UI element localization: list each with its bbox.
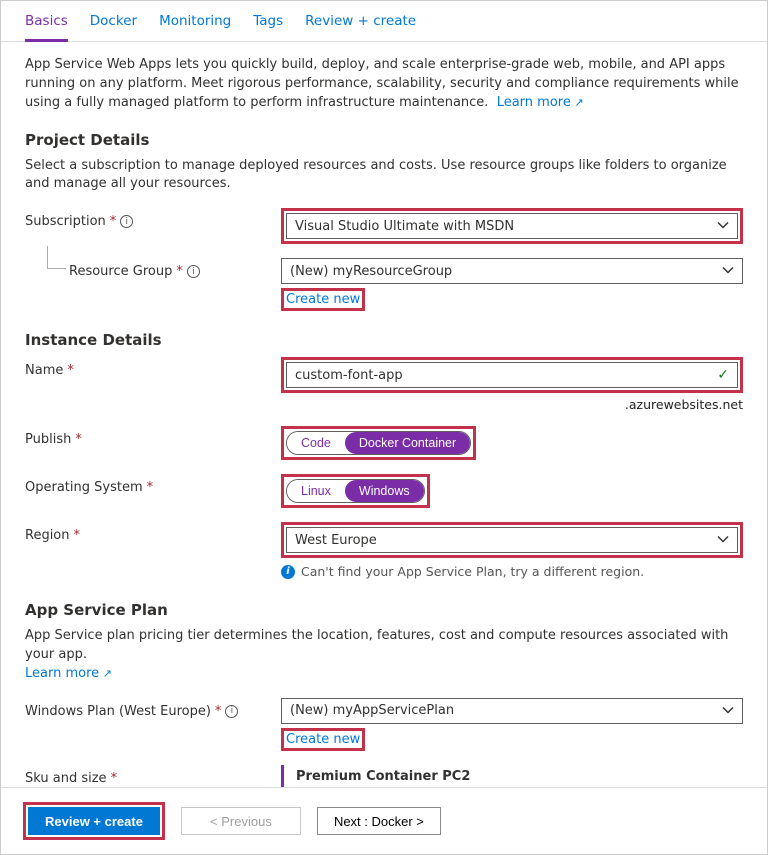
instance-details-heading: Instance Details (25, 331, 743, 349)
tab-docker[interactable]: Docker (90, 13, 137, 41)
previous-button: < Previous (181, 807, 301, 835)
check-icon: ✓ (717, 367, 729, 383)
name-label: Name * (25, 357, 281, 378)
subscription-label: Subscription * i (25, 208, 281, 229)
subscription-select[interactable]: Visual Studio Ultimate with MSDN (286, 213, 738, 239)
domain-suffix: .azurewebsites.net (281, 397, 743, 412)
region-hint: i Can't find your App Service Plan, try … (281, 564, 743, 579)
region-label: Region * (25, 522, 281, 543)
footer-bar: Review + create < Previous Next : Docker… (1, 787, 767, 854)
next-button[interactable]: Next : Docker > (317, 807, 441, 835)
publish-label: Publish * (25, 426, 281, 447)
app-service-plan-heading: App Service Plan (25, 601, 743, 619)
publish-toggle: Code Docker Container (286, 431, 471, 455)
resource-group-select[interactable]: (New) myResourceGroup (281, 258, 743, 284)
chevron-down-icon (717, 219, 729, 234)
plan-desc: App Service plan pricing tier determines… (25, 627, 743, 684)
publish-docker[interactable]: Docker Container (345, 432, 470, 454)
chevron-down-icon (722, 703, 734, 718)
tab-review-create[interactable]: Review + create (305, 13, 416, 41)
os-linux[interactable]: Linux (287, 480, 345, 502)
tab-bar: Basics Docker Monitoring Tags Review + c… (1, 1, 767, 42)
rg-create-new-link[interactable]: Create new (286, 292, 360, 307)
tab-monitoring[interactable]: Monitoring (159, 13, 231, 41)
info-icon[interactable]: i (120, 215, 133, 228)
resource-group-label: Resource Group * i (25, 258, 281, 279)
review-create-button[interactable]: Review + create (28, 807, 160, 835)
tab-basics[interactable]: Basics (25, 13, 68, 42)
project-details-desc: Select a subscription to manage deployed… (25, 157, 743, 195)
sku-name: Premium Container PC2 (296, 769, 743, 784)
info-icon: i (281, 565, 295, 579)
chevron-down-icon (722, 264, 734, 279)
project-details-heading: Project Details (25, 131, 743, 149)
windows-plan-select[interactable]: (New) myAppServicePlan (281, 698, 743, 724)
name-input[interactable]: custom-font-app ✓ (286, 362, 738, 388)
os-windows[interactable]: Windows (345, 480, 424, 502)
plan-learn-more-link[interactable]: Learn more (25, 666, 112, 681)
os-label: Operating System * (25, 474, 281, 495)
chevron-down-icon (717, 533, 729, 548)
intro-text: App Service Web Apps lets you quickly bu… (25, 56, 743, 113)
info-icon[interactable]: i (187, 265, 200, 278)
info-icon[interactable]: i (225, 705, 238, 718)
publish-code[interactable]: Code (287, 432, 345, 454)
region-select[interactable]: West Europe (286, 527, 738, 553)
os-toggle: Linux Windows (286, 479, 425, 503)
plan-create-new-link[interactable]: Create new (286, 732, 360, 747)
sku-summary: Premium Container PC2 320 total ACU, 8 G… (281, 765, 743, 787)
windows-plan-label: Windows Plan (West Europe) * i (25, 698, 281, 719)
learn-more-link[interactable]: Learn more (497, 95, 584, 110)
sku-label: Sku and size * (25, 765, 281, 786)
tab-tags[interactable]: Tags (253, 13, 283, 41)
form-content: App Service Web Apps lets you quickly bu… (1, 42, 767, 787)
